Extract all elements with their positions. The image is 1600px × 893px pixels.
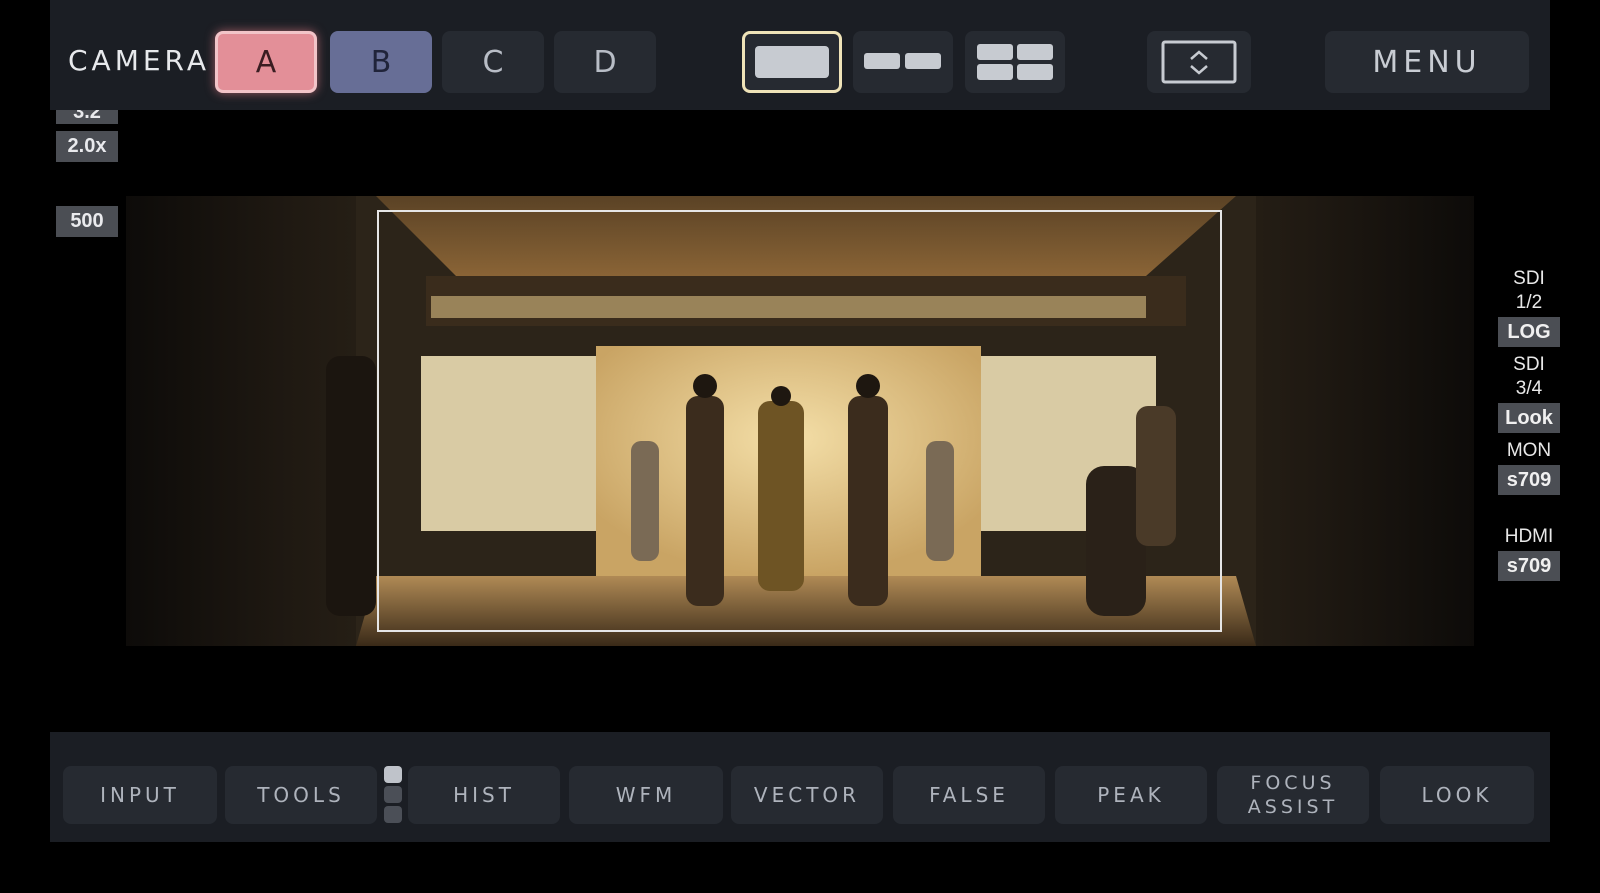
output-value: LOG	[1498, 317, 1560, 347]
menu-button[interactable]: MENU	[1325, 31, 1529, 93]
false-color-button[interactable]: FALSE	[893, 766, 1045, 824]
hist-button[interactable]: HIST	[408, 766, 560, 824]
peak-button[interactable]: PEAK	[1055, 766, 1207, 824]
output-hdmi: HDMI s709	[1498, 525, 1560, 581]
camera-b-button[interactable]: B	[330, 31, 432, 93]
wfm-button[interactable]: WFM	[569, 766, 723, 824]
tools-button[interactable]: TOOLS	[225, 766, 377, 824]
bottom-toolbar: INPUT TOOLS HIST WFM VECTOR FALSE PEAK F…	[50, 732, 1550, 842]
output-sdi-3-4: SDI 3/4 Look	[1498, 353, 1560, 433]
expand-vertical-icon	[1161, 40, 1237, 84]
layout-single-button[interactable]	[742, 31, 842, 93]
camera-c-button[interactable]: C	[442, 31, 544, 93]
page-dot-active	[384, 766, 402, 783]
look-button[interactable]: LOOK	[1380, 766, 1534, 824]
focus-assist-button[interactable]: FOCUS ASSIST	[1217, 766, 1369, 824]
camera-a-button[interactable]: A	[215, 31, 317, 93]
output-label: HDMI	[1504, 526, 1554, 547]
output-value: Look	[1498, 403, 1560, 433]
value-indicator: 500	[56, 206, 118, 237]
output-label: MON	[1506, 440, 1552, 461]
single-view-icon	[755, 46, 829, 78]
page-dot	[384, 786, 402, 803]
input-button[interactable]: INPUT	[63, 766, 217, 824]
layout-quad-button[interactable]	[965, 31, 1065, 93]
output-value: s709	[1498, 551, 1560, 581]
output-label: SDI 3/4	[1513, 354, 1545, 399]
vector-button[interactable]: VECTOR	[731, 766, 883, 824]
output-sdi-1-2: SDI 1/2 LOG	[1498, 267, 1560, 347]
layout-dual-button[interactable]	[853, 31, 953, 93]
page-dot	[384, 806, 402, 823]
camera-d-button[interactable]: D	[554, 31, 656, 93]
output-label: SDI 1/2	[1513, 268, 1545, 313]
frame-guide-overlay	[377, 210, 1222, 632]
output-value: s709	[1498, 465, 1560, 495]
left-indicator-cut: 3.2	[56, 110, 118, 124]
camera-label: CAMERA	[68, 44, 211, 77]
fit-toggle-button[interactable]	[1147, 31, 1251, 93]
zoom-indicator: 2.0x	[56, 131, 118, 162]
output-mon: MON s709	[1498, 439, 1560, 495]
top-toolbar: CAMERA A B C D MENU	[50, 0, 1550, 110]
tool-page-indicator[interactable]	[384, 766, 402, 824]
